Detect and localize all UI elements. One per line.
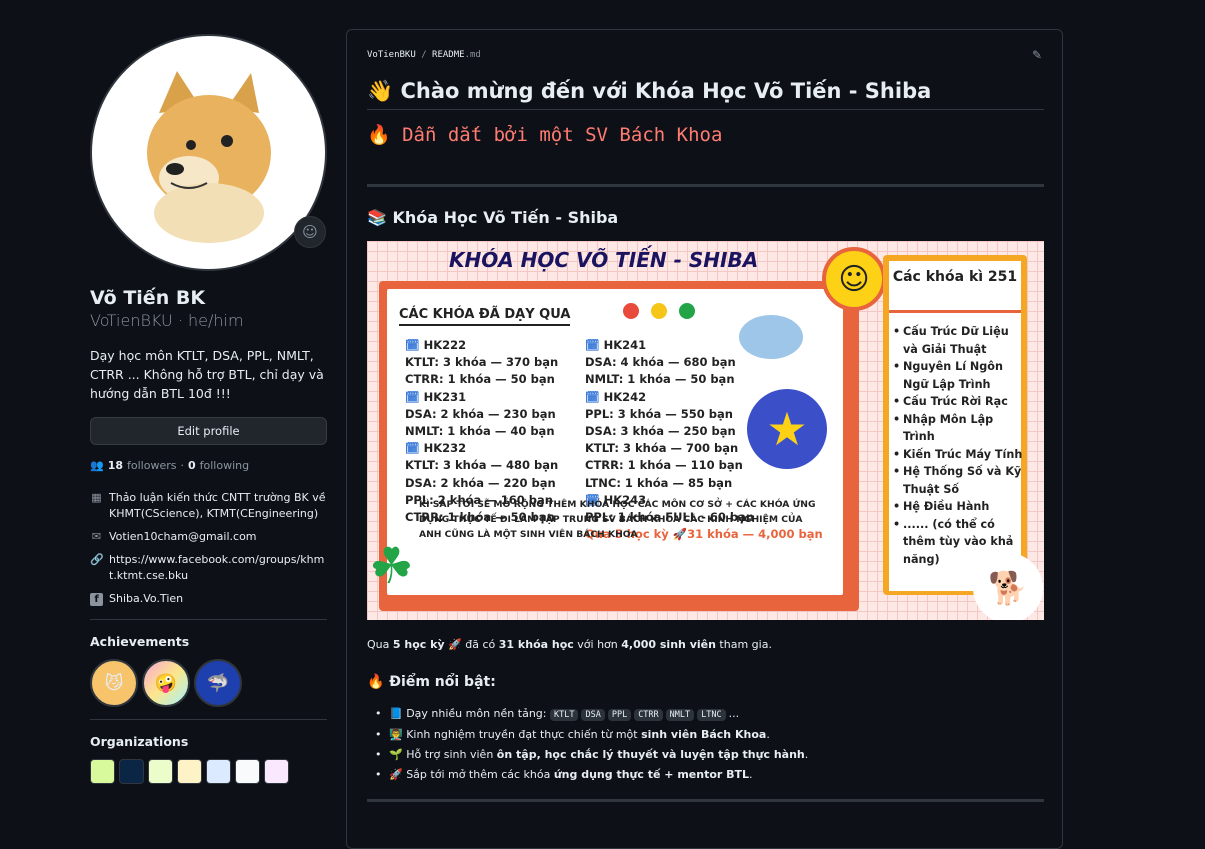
email-link[interactable]: Votien10cham@gmail.com xyxy=(109,529,257,545)
semester-label: HK231 xyxy=(423,389,467,404)
following-count[interactable]: 0 xyxy=(188,459,196,472)
course-heading: 📚 Khóa Học Võ Tiến - Shiba xyxy=(367,208,619,227)
avatar[interactable] xyxy=(90,34,327,271)
course-line: NMLT: 1 khóa — 40 bạn xyxy=(405,424,555,439)
divider xyxy=(90,619,327,620)
course-line: DSA: 2 khóa — 220 bạn xyxy=(405,475,556,490)
detail-facebook: f Shiba.Vo.Tien xyxy=(90,591,327,607)
course-line: KTLT: 3 khóa — 370 bạn xyxy=(405,355,559,370)
shooting-star-icon xyxy=(739,315,803,359)
following-label[interactable]: following xyxy=(200,459,249,472)
course-line: DSA: 2 khóa — 230 bạn xyxy=(405,406,556,421)
semester-label: HK232 xyxy=(423,441,467,456)
semester-label: HK242 xyxy=(603,389,647,404)
banner-main-panel: CÁC KHÓA ĐÃ DẠY QUA 🗓 HK222 KTLT: 3 khóa… xyxy=(387,289,843,595)
followers-label[interactable]: followers xyxy=(127,459,176,472)
detail-email: ✉ Votien10cham@gmail.com xyxy=(90,529,327,545)
side-course-item: Hệ Thống Số và Kỹ Thuật Số xyxy=(891,463,1023,498)
course-line: DSA: 4 khóa — 680 bạn xyxy=(585,355,736,370)
profile-name: Võ Tiến BK xyxy=(90,287,206,309)
banner-dots xyxy=(623,303,695,319)
summary-paragraph: Qua 5 học kỳ 🚀 đã có 31 khóa học với hơn… xyxy=(367,638,772,651)
semester-label: HK241 xyxy=(603,338,647,352)
banner-side-list: Cấu Trúc Dữ Liệu và Giải Thuật Nguyên Lí… xyxy=(891,323,1023,568)
course-line: CTRR: 1 khóa — 50 bạn xyxy=(405,372,555,387)
list-item: 🚀 Sắp tới mở thêm các khóa ứng dụng thực… xyxy=(367,765,1044,785)
organizations-title: Organizations xyxy=(90,734,189,749)
detail-organization: ▦ Thảo luận kiến thức CNTT trường BK về … xyxy=(90,490,327,522)
shiba-sticker-icon: 🐕 xyxy=(973,553,1043,620)
followers-count[interactable]: 18 xyxy=(108,459,123,472)
course-banner-image: KHÓA HỌC VÕ TIẾN - SHIBA CÁC KHÓA ĐÃ DẠY… xyxy=(367,241,1044,620)
people-icon: 👥 xyxy=(90,459,104,472)
list-item: 📘 Dạy nhiều môn nền tảng: KTLTDSAPPLCTRR… xyxy=(367,704,1044,725)
semester-label: HK222 xyxy=(423,338,467,352)
org-avatar[interactable] xyxy=(235,759,260,784)
profile-login: VoTienBKU · he/him xyxy=(90,311,244,330)
course-line: LTNC: 1 khóa — 85 bạn xyxy=(585,475,733,490)
link-icon: 🔗 xyxy=(90,553,104,566)
organization-icon: ▦ xyxy=(91,491,102,504)
pencil-icon[interactable]: ✎ xyxy=(1032,48,1042,62)
side-course-item: Cấu Trúc Dữ Liệu và Giải Thuật xyxy=(891,323,1023,358)
course-line: KTLT: 3 khóa — 480 bạn xyxy=(405,458,559,473)
side-course-item: Kiến Trúc Máy Tính xyxy=(891,446,1023,464)
banner-title: KHÓA HỌC VÕ TIẾN - SHIBA xyxy=(449,248,759,272)
highlights-list: 📘 Dạy nhiều môn nền tảng: KTLTDSAPPLCTRR… xyxy=(367,704,1044,785)
readme-content: 👋 Chào mừng đến với Khóa Học Võ Tiến - S… xyxy=(367,76,1044,802)
list-item: 👨‍🏫 Kinh nghiệm truyền đạt thực chiến từ… xyxy=(367,725,1044,745)
achievement-badge-shiba-samurai[interactable]: 😼 xyxy=(90,659,138,707)
smiley-icon: ☺ xyxy=(822,247,886,311)
organizations-list xyxy=(90,759,327,784)
org-avatar[interactable] xyxy=(177,759,202,784)
mail-icon: ✉ xyxy=(91,530,102,543)
readme-title: 👋 Chào mừng đến với Khóa Học Võ Tiến - S… xyxy=(367,76,1044,110)
org-avatar[interactable] xyxy=(148,759,173,784)
list-item: 🌱 Hỗ trợ sinh viên ôn tập, học chắc lý t… xyxy=(367,745,1044,765)
achievement-badge-yolo[interactable]: 🤪 xyxy=(142,659,190,707)
side-course-item: Cấu Trúc Rời Rạc xyxy=(891,393,1023,411)
edit-profile-button[interactable]: Edit profile xyxy=(90,417,327,445)
banner-footer-text: KÌ SẮP TỚI SẼ MỞ RỘNG THÊM KHÓA HỌC CÁC … xyxy=(419,499,816,540)
website-link[interactable]: https://www.facebook.com/groups/khmt.ktm… xyxy=(109,552,327,584)
banner-courses-heading: CÁC KHÓA ĐÃ DẠY QUA xyxy=(399,307,571,326)
breadcrumb-separator: / xyxy=(421,50,427,60)
follow-stats: 👥 18 followers · 0 following xyxy=(90,459,327,472)
breadcrumb-user[interactable]: VoTienBKU xyxy=(367,50,416,60)
shiba-avatar-image xyxy=(146,70,271,243)
avatar-wrapper: ☺ xyxy=(90,34,327,271)
facebook-link[interactable]: Shiba.Vo.Tien xyxy=(109,591,183,607)
achievement-badge-shark[interactable]: 🦈 xyxy=(194,659,242,707)
star-icon: ★ xyxy=(747,389,827,469)
org-avatar[interactable] xyxy=(90,759,115,784)
profile-details: ▦ Thảo luận kiến thức CNTT trường BK về … xyxy=(90,490,327,607)
breadcrumb-file[interactable]: README xyxy=(432,50,465,60)
side-course-item: Hệ Điều Hành xyxy=(891,498,1023,516)
achievements-title[interactable]: Achievements xyxy=(90,634,327,649)
breadcrumb: VoTienBKU / README.md xyxy=(367,50,481,60)
achievement-badges: 😼 🤪 🦈 xyxy=(90,659,327,707)
readme-card: VoTienBKU / README.md ✎ 👋 Chào mừng đến … xyxy=(346,29,1063,849)
readme-subtitle: 🔥 Dẫn dắt bởi một SV Bách Khoa xyxy=(367,124,723,146)
clover-icon: ☘ xyxy=(369,537,414,595)
smiley-icon[interactable]: ☺ xyxy=(294,216,326,248)
org-avatar[interactable] xyxy=(119,759,144,784)
detail-organization-text: Thảo luận kiến thức CNTT trường BK về KH… xyxy=(109,491,326,520)
side-course-item: Nhập Môn Lập Trình xyxy=(891,411,1023,446)
detail-link: 🔗 https://www.facebook.com/groups/khmt.k… xyxy=(90,552,327,584)
breadcrumb-ext[interactable]: .md xyxy=(465,50,481,60)
profile-sidebar: ☺ Võ Tiến BK VoTienBKU · he/him Dạy học … xyxy=(90,34,327,784)
banner-side-title: Các khóa kì 251 xyxy=(889,261,1021,313)
side-course-item: Nguyên Lí Ngôn Ngữ Lập Trình xyxy=(891,358,1023,393)
highlights-heading: 🔥 Điểm nổi bật: xyxy=(367,674,496,690)
facebook-icon: f xyxy=(90,593,103,606)
profile-bio: Dạy học môn KTLT, DSA, PPL, NMLT, CTRR .… xyxy=(90,348,324,401)
dot-separator: · xyxy=(180,459,184,472)
divider xyxy=(367,184,1044,187)
org-avatar[interactable] xyxy=(264,759,289,784)
divider xyxy=(90,719,327,720)
course-line: NMLT: 1 khóa — 50 bạn xyxy=(585,372,735,387)
org-avatar[interactable] xyxy=(206,759,231,784)
divider xyxy=(367,799,1044,802)
